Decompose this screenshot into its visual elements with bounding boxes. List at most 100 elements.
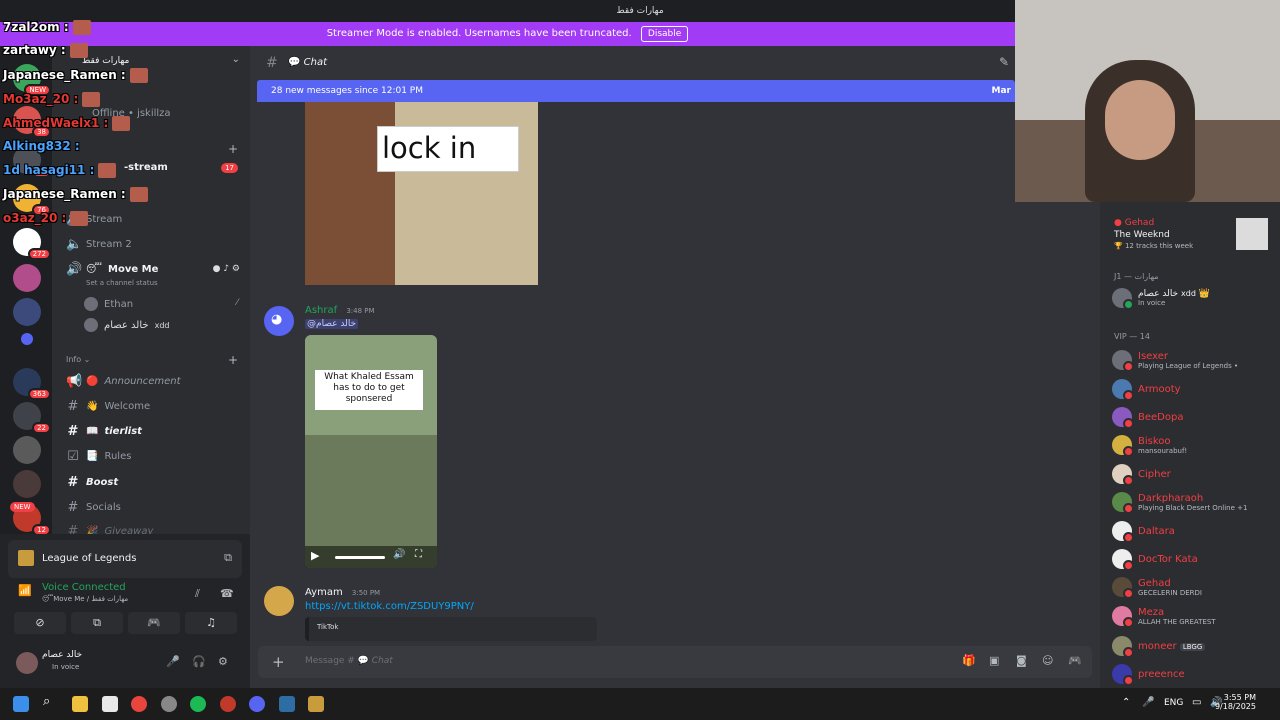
screen-share-icon[interactable]: ⧉: [224, 551, 232, 565]
chevron-down-icon[interactable]: ⌄: [232, 54, 240, 65]
member-item[interactable]: DocTor Kata: [1112, 549, 1198, 571]
progress-bar[interactable]: [335, 556, 385, 559]
screen-share-button[interactable]: ⧉: [71, 612, 123, 634]
search-icon[interactable]: ⌕: [43, 694, 59, 710]
disconnect-icon[interactable]: ☎: [220, 587, 234, 600]
hash-icon: #: [67, 500, 79, 515]
app-icon[interactable]: [220, 696, 236, 712]
voice-user-ethan[interactable]: Ethan: [84, 297, 133, 311]
channel-welcome[interactable]: # 👋 Welcome: [66, 399, 151, 414]
league-icon[interactable]: [308, 696, 324, 712]
apps-icon[interactable]: 🎮: [1068, 654, 1082, 667]
channel-actions-icons[interactable]: ● ♪ ⚙: [213, 264, 240, 274]
activities-button[interactable]: 🎮: [128, 612, 180, 634]
server-icon[interactable]: 22: [13, 402, 51, 434]
member-item[interactable]: خالد عصام xdd 👑 In voice: [1112, 288, 1210, 310]
member-item[interactable]: Daltara: [1112, 521, 1175, 543]
now-playing-user[interactable]: ● Gehad: [1114, 218, 1154, 228]
user-mention[interactable]: @خالد عصام: [305, 319, 359, 329]
avatar: [1112, 288, 1134, 310]
member-item[interactable]: moneer LBGG: [1112, 636, 1206, 658]
avatar[interactable]: [264, 586, 294, 616]
file-explorer-icon[interactable]: [72, 696, 88, 712]
language-indicator[interactable]: ENG: [1164, 698, 1183, 708]
chrome-icon[interactable]: [131, 696, 147, 712]
folder-icon[interactable]: [21, 333, 33, 345]
member-item[interactable]: Armooty: [1112, 379, 1181, 401]
member-item[interactable]: Biskoo mansourabuf!: [1112, 435, 1187, 457]
gift-icon[interactable]: 🎁: [962, 654, 976, 667]
chevron-up-icon[interactable]: ⌃: [1122, 697, 1130, 708]
clock[interactable]: 3:55 PM 9/18/2025: [1215, 693, 1256, 711]
server-icon[interactable]: [13, 298, 41, 326]
spotify-icon[interactable]: [190, 696, 206, 712]
gear-icon[interactable]: ⚙: [218, 655, 228, 668]
member-item[interactable]: Darkpharaoh Playing Black Desert Online +…: [1112, 492, 1247, 514]
app-icon[interactable]: [161, 696, 177, 712]
headphones-icon[interactable]: 🎧: [192, 655, 206, 668]
server-icon[interactable]: [13, 470, 41, 498]
channel-announcement[interactable]: 📢 🔴 Announcement: [66, 374, 181, 389]
message-author[interactable]: Aymam: [305, 587, 343, 598]
member-item[interactable]: preeence: [1112, 664, 1185, 686]
activity-card[interactable]: League of Legends ⧉: [8, 540, 242, 578]
link-embed[interactable]: TikTok: [305, 617, 597, 641]
add-channel-icon[interactable]: +: [228, 142, 238, 156]
avatar[interactable]: [16, 652, 38, 674]
channel-socials[interactable]: # Socials: [66, 500, 121, 515]
member-item[interactable]: Cipher: [1112, 464, 1171, 486]
meme-caption-box: lock in: [377, 126, 519, 172]
category-info[interactable]: Info ⌄: [66, 355, 90, 364]
store-icon[interactable]: [102, 696, 118, 712]
voice-channel-stream-2[interactable]: 🔈 Stream 2: [66, 237, 132, 252]
soundboard-button[interactable]: ♫: [185, 612, 237, 634]
voice-user-khaled[interactable]: خالد عصام xdd: [84, 318, 169, 332]
signal-icon[interactable]: 📶: [18, 584, 32, 597]
avatar: [1112, 521, 1134, 543]
video-attachment[interactable]: What Khaled Essam has to do to get spons…: [305, 335, 437, 568]
noise-suppression-icon[interactable]: ⫽: [195, 587, 200, 601]
member-item[interactable]: Meza ALLAH THE GREATEST: [1112, 606, 1216, 628]
new-messages-bar[interactable]: 28 new messages since 12:01 PM Mar: [257, 80, 1015, 102]
server-icon[interactable]: [13, 436, 41, 464]
add-attachment-icon[interactable]: +: [272, 653, 285, 671]
channel-rules[interactable]: ☑ 📑 Rules: [66, 449, 131, 464]
server-icon[interactable]: 272: [13, 228, 51, 260]
camera-off-button[interactable]: ⊘: [14, 612, 66, 634]
member-item[interactable]: BeeDopa: [1112, 407, 1183, 429]
voice-channel-move-me[interactable]: 🔊 😴 Move Me: [66, 262, 158, 277]
emoji-icon[interactable]: ☺: [1042, 654, 1053, 667]
sticker-icon[interactable]: ◙: [1016, 654, 1027, 667]
microphone-icon[interactable]: 🎤: [1142, 697, 1154, 708]
pin-icon[interactable]: ✎: [999, 55, 1009, 69]
message-input[interactable]: Message # 💬 Chat: [305, 656, 393, 666]
channel-status[interactable]: Set a channel status: [86, 279, 158, 287]
windows-start-icon[interactable]: [13, 696, 29, 712]
network-icon[interactable]: ▭: [1192, 697, 1201, 708]
disable-streamer-mode-button[interactable]: Disable: [640, 26, 689, 42]
message-author[interactable]: Ashraf: [305, 305, 337, 316]
overlay-chat-line: Alking832 :: [3, 139, 80, 153]
meme-image[interactable]: lock in: [305, 102, 538, 285]
play-icon[interactable]: ▶: [311, 549, 319, 562]
add-channel-icon[interactable]: +: [228, 353, 238, 367]
voice-channel-name[interactable]: 😴Move Me / مهارات فقط: [42, 595, 128, 603]
channel-stream[interactable]: -stream: [124, 162, 168, 173]
overlay-chat-line: Japanese_Ramen :: [3, 187, 148, 202]
volume-icon[interactable]: 🔊: [393, 549, 405, 560]
server-icon[interactable]: [13, 264, 41, 292]
member-item[interactable]: Gehad GECELERIN DERDI: [1112, 577, 1202, 599]
member-item[interactable]: Isexer Playing League of Legends •: [1112, 350, 1238, 372]
fullscreen-icon[interactable]: ⛶: [415, 549, 422, 560]
album-art[interactable]: [1236, 218, 1268, 250]
server-icon[interactable]: 363: [13, 368, 51, 400]
gif-icon[interactable]: ▣: [989, 654, 999, 667]
avatar[interactable]: ◕: [264, 306, 294, 336]
app-icon[interactable]: [279, 696, 295, 712]
microphone-icon[interactable]: 🎤: [166, 655, 180, 668]
discord-icon[interactable]: [249, 696, 265, 712]
channel-boost[interactable]: # Boost: [66, 475, 119, 490]
message-link[interactable]: https://vt.tiktok.com/ZSDUY9PNY/: [305, 601, 474, 612]
channel-tierlist[interactable]: # 📖 tierlist: [66, 424, 142, 439]
voice-status[interactable]: Voice Connected: [42, 582, 126, 593]
